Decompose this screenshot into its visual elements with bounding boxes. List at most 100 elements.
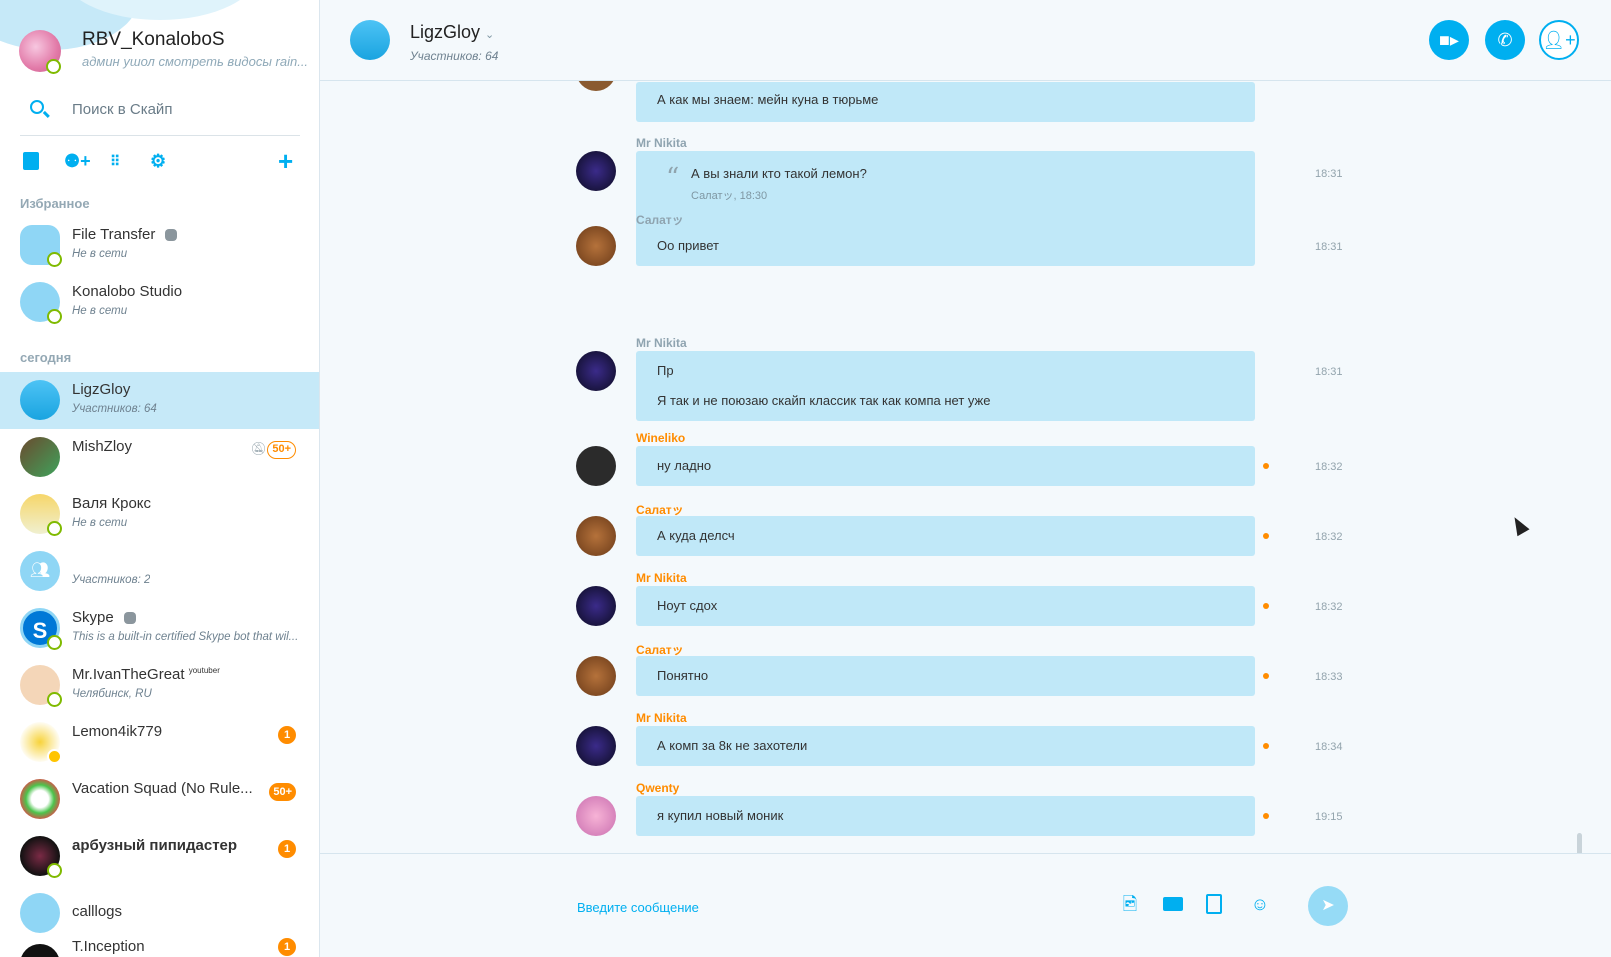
contact-name: Vacation Squad (No Rule... <box>72 780 253 797</box>
quoted-message: “ А вы знали кто такой лемон? Салатッ, 18… <box>636 151 1255 203</box>
chat-title[interactable]: LigzGloy ⌄ <box>410 22 494 43</box>
section-favorites: Избранное <box>20 196 90 211</box>
message-text: Пр <box>657 363 674 378</box>
message-author: Mr Nikita <box>636 711 687 725</box>
muted-icon: 🔕︎ <box>250 441 267 456</box>
message-author: Wineliko <box>636 431 686 445</box>
profile-name[interactable]: RBV_KonaloboS <box>82 29 225 51</box>
message-time: 18:34 <box>1315 741 1343 753</box>
avatar <box>576 796 616 836</box>
send-file-icon[interactable]: 🖻︎ <box>1120 894 1140 914</box>
contact-name: calllogs <box>72 903 123 920</box>
contact-card-icon[interactable] <box>1163 897 1183 911</box>
presence-icon <box>47 252 62 267</box>
message-input[interactable]: Введите сообщение <box>577 900 699 915</box>
presence-icon <box>47 635 62 650</box>
chat-arbuzny[interactable]: арбузный пипидастер 1 <box>0 828 319 885</box>
message-text: ну ладно <box>657 458 712 473</box>
contact-name: T.Inception <box>72 938 145 955</box>
message-time: 18:32 <box>1315 601 1343 613</box>
chevron-down-icon[interactable]: ⌄ <box>485 29 494 41</box>
chat-ligzgloy[interactable]: LigzGloy Участников: 64 <box>0 372 319 429</box>
presence-online-icon <box>46 59 61 74</box>
message-text: А комп за 8к не захотели <box>657 738 808 753</box>
chat-calllogs[interactable]: calllogs <box>0 885 319 942</box>
verified-icon <box>123 612 136 625</box>
message-text: Оо привет <box>657 238 719 253</box>
composer: Введите сообщение 🖻︎ ☺ ➤ <box>320 853 1611 957</box>
avatar <box>576 656 616 696</box>
contact-status: Челябинск, RU <box>72 688 152 700</box>
message-time: 19:15 <box>1315 811 1343 823</box>
quote-icon: “ <box>666 163 680 193</box>
contact-status: Не в сети <box>72 517 128 529</box>
notes-icon[interactable] <box>1206 894 1222 914</box>
search-box[interactable]: Поиск в Скайп <box>20 92 300 136</box>
chat-group[interactable]: 👥︎ Участников: 2 <box>0 543 319 600</box>
send-button[interactable]: ➤ <box>1308 886 1348 926</box>
add-participant-button[interactable]: 👤︎+ <box>1539 20 1579 60</box>
chat-skype[interactable]: S Skype This is a built-in certified Sky… <box>0 600 319 657</box>
message-time: 18:32 <box>1315 461 1343 473</box>
contact-status: Участников: 2 <box>72 574 151 586</box>
gear-icon[interactable]: ⚙ <box>150 150 166 172</box>
avatar <box>576 81 616 91</box>
search-input[interactable]: Поиск в Скайп <box>72 101 172 118</box>
video-call-button[interactable]: ■▸ <box>1429 20 1469 60</box>
profile-mood[interactable]: админ ушол смотреть видосы rain... <box>82 54 308 69</box>
chat-lemon4ik779[interactable]: Lemon4ik779 1 <box>0 714 319 771</box>
contact-status: This is a built-in certified Skype bot t… <box>72 631 299 643</box>
message-list: А как мы знаем: мейн куна в тюрьме Mr Ni… <box>320 81 1590 853</box>
contact-status: Не в сети <box>72 248 128 260</box>
chat-valya-kroks[interactable]: Валя Крокс Не в сети <box>0 486 319 543</box>
audio-call-button[interactable]: ✆ <box>1485 20 1525 60</box>
message-author: Mr Nikita <box>636 571 687 585</box>
unread-dot-icon <box>1263 463 1269 469</box>
message-text: Понятно <box>657 668 709 683</box>
chat-t-inception[interactable]: T.Inception 1 <box>0 936 319 957</box>
message-time: 18:31 <box>1315 168 1343 180</box>
chat-mr-ivanthegreat[interactable]: Mr.IvanTheGreat youtuber Челябинск, RU <box>0 657 319 714</box>
add-person-icon: 👤︎+ <box>1542 30 1576 50</box>
contact-tag: youtuber <box>188 666 220 675</box>
unread-dot-icon <box>1263 533 1269 539</box>
message-time: 18:33 <box>1315 671 1343 683</box>
presence-icon <box>47 863 62 878</box>
avatar <box>576 446 616 486</box>
section-today: сегодня <box>20 350 72 365</box>
chat-header: LigzGloy ⌄ Участников: 64 ■▸ ✆ 👤︎+ <box>320 0 1611 81</box>
contacts-icon[interactable] <box>23 152 39 170</box>
verified-icon <box>165 229 178 242</box>
chat-vacation-squad[interactable]: Vacation Squad (No Rule... 50+ <box>0 771 319 828</box>
contact-name: Валя Крокс <box>72 495 152 512</box>
contact-name: MishZloy <box>72 438 133 455</box>
scrollbar[interactable] <box>1577 833 1582 853</box>
emoji-icon[interactable]: ☺ <box>1250 894 1270 914</box>
contact-file-transfer[interactable]: File Transfer Не в сети <box>0 217 319 274</box>
unread-dot-icon <box>1263 603 1269 609</box>
message-text: Я так и не поюзаю скайп классик так как … <box>657 393 991 408</box>
add-bot-icon[interactable]: ⚉+ <box>64 150 91 172</box>
plus-icon[interactable]: + <box>278 148 293 174</box>
contact-name: Konalobo Studio <box>72 283 183 300</box>
presence-icon <box>47 521 62 536</box>
chat-avatar[interactable] <box>350 20 390 60</box>
contact-status: Не в сети <box>72 305 128 317</box>
message-text: А как мы знаем: мейн куна в тюрьме <box>657 92 879 107</box>
contact-name: File Transfer <box>72 226 156 243</box>
quote-meta: Салатッ, 18:30 <box>691 190 768 202</box>
avatar <box>20 779 60 819</box>
unread-badge: 1 <box>278 726 296 744</box>
contact-konalobo-studio[interactable]: Konalobo Studio Не в сети <box>0 274 319 331</box>
avatar <box>576 516 616 556</box>
avatar <box>576 151 616 191</box>
contact-name: Mr.IvanTheGreat <box>72 666 185 683</box>
message-text: Ноут сдох <box>657 598 718 613</box>
presence-icon <box>47 309 62 324</box>
chat-mishzloy[interactable]: MishZloy 🔕︎ 50+ <box>0 429 319 486</box>
message-time: 18:31 <box>1315 366 1343 378</box>
message-text: А куда делсч <box>657 528 735 543</box>
dialpad-icon[interactable]: ⠿ <box>110 150 120 172</box>
unread-badge: 50+ <box>269 783 296 801</box>
unread-badge: 1 <box>278 938 296 956</box>
